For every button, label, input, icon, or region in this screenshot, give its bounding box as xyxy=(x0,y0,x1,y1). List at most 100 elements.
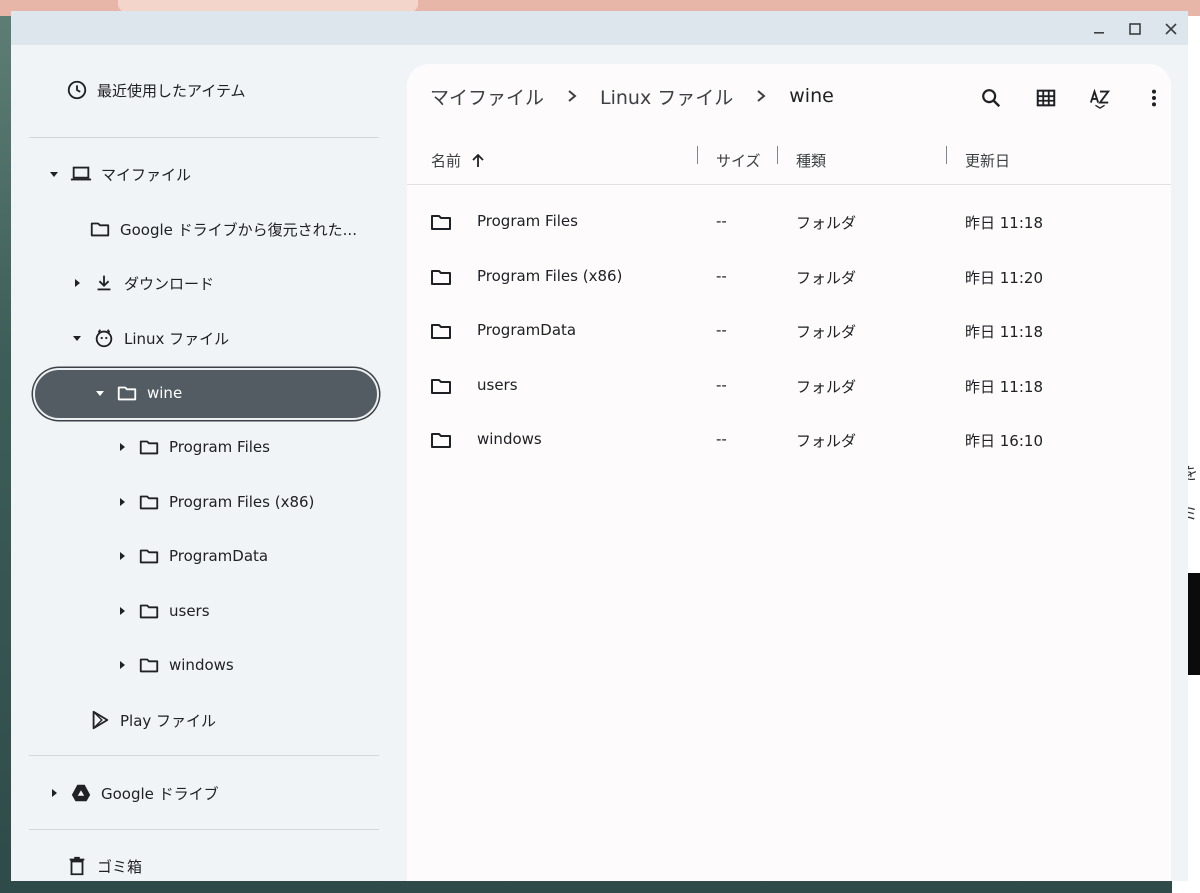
sidebar-item-recent[interactable]: 最近使用したアイテム xyxy=(65,70,246,110)
sidebar-item-wine[interactable]: wine xyxy=(95,373,182,413)
file-modified: 昨日 11:18 xyxy=(965,378,1043,396)
breadcrumb-item[interactable]: Linux ファイル xyxy=(600,83,733,110)
file-type: フォルダ xyxy=(796,214,857,232)
maximize-button[interactable] xyxy=(1122,16,1148,42)
sidebar-item-label: Play ファイル xyxy=(120,711,217,730)
sidebar-item-label: Google ドライブから復元された... xyxy=(120,220,357,239)
sidebar-item-program-files-x86[interactable]: Program Files (x86) xyxy=(117,482,314,522)
file-type: フォルダ xyxy=(796,269,857,287)
breadcrumb-item[interactable]: マイファイル xyxy=(430,83,544,110)
sidebar-item-label: Program Files (x86) xyxy=(169,493,315,511)
expand-arrow-icon[interactable] xyxy=(117,660,127,670)
column-header-label: 名前 xyxy=(431,152,462,170)
breadcrumb-current: wine xyxy=(789,85,834,107)
sort-az-icon xyxy=(1089,88,1111,109)
folder-icon xyxy=(431,324,451,339)
file-modified: 昨日 11:20 xyxy=(965,269,1043,287)
sidebar-item-windows[interactable]: windows xyxy=(117,645,234,685)
laptop-icon xyxy=(69,162,93,186)
expand-arrow-icon[interactable] xyxy=(49,169,59,179)
folder-icon xyxy=(137,544,161,568)
minimize-button[interactable] xyxy=(1086,16,1112,42)
linux-penguin-icon xyxy=(92,326,116,350)
folder-icon xyxy=(431,433,451,448)
folder-icon xyxy=(88,217,112,241)
file-modified: 昨日 16:10 xyxy=(965,432,1043,450)
close-button[interactable] xyxy=(1158,16,1184,42)
download-icon xyxy=(92,271,116,295)
table-row[interactable]: windows -- フォルダ 昨日 16:10 xyxy=(407,413,1171,467)
sidebar-item-google-drive[interactable]: Google ドライブ xyxy=(49,773,219,813)
more-options-button[interactable] xyxy=(1136,80,1172,116)
folder-icon xyxy=(137,599,161,623)
file-size: -- xyxy=(716,267,727,285)
title-bar xyxy=(11,11,1188,45)
expand-arrow-icon[interactable] xyxy=(117,606,127,616)
sidebar-item-linux-files[interactable]: Linux ファイル xyxy=(72,318,229,358)
column-header-type[interactable]: 種類 xyxy=(796,150,826,171)
divider xyxy=(29,755,379,756)
more-vert-icon xyxy=(1151,89,1157,107)
breadcrumb: マイファイル Linux ファイル wine xyxy=(430,82,834,110)
file-type: フォルダ xyxy=(796,378,857,396)
sidebar-item-play-files[interactable]: Play ファイル xyxy=(88,700,216,740)
google-drive-icon xyxy=(69,781,93,805)
sort-button[interactable] xyxy=(1082,80,1118,116)
trash-icon xyxy=(65,854,89,878)
sidebar-item-downloads[interactable]: ダウンロード xyxy=(72,263,214,303)
column-header-size[interactable]: サイズ xyxy=(716,150,761,171)
grid-view-icon xyxy=(1036,89,1056,107)
expand-arrow-icon[interactable] xyxy=(95,388,105,398)
folder-icon xyxy=(137,490,161,514)
files-app-window: 最近使用したアイテム マイファイル Google ドライブから復元された... … xyxy=(11,11,1188,881)
sidebar-item-label: Program Files xyxy=(169,438,270,456)
sidebar-item-label: ProgramData xyxy=(169,547,269,565)
chevron-right-icon xyxy=(566,89,578,103)
divider xyxy=(29,137,379,138)
sidebar-item-users[interactable]: users xyxy=(117,591,210,631)
search-button[interactable] xyxy=(973,80,1009,116)
grid-view-button[interactable] xyxy=(1028,80,1064,116)
sidebar-item-google-restored[interactable]: Google ドライブから復元された... xyxy=(88,209,357,249)
sidebar-item-trash[interactable]: ゴミ箱 xyxy=(65,846,142,881)
sidebar-item-programdata[interactable]: ProgramData xyxy=(117,536,268,576)
expand-arrow-icon[interactable] xyxy=(72,333,82,343)
sidebar-item-wine-selected[interactable] xyxy=(33,368,379,420)
file-type: フォルダ xyxy=(796,323,857,341)
file-size: -- xyxy=(716,376,727,394)
file-type: フォルダ xyxy=(796,432,857,450)
table-row[interactable]: users -- フォルダ 昨日 11:18 xyxy=(407,359,1171,413)
sidebar-item-program-files[interactable]: Program Files xyxy=(117,427,270,467)
sidebar-item-label: 最近使用したアイテム xyxy=(97,81,246,100)
column-header-modified[interactable]: 更新日 xyxy=(965,150,1010,171)
folder-icon xyxy=(137,653,161,677)
folder-icon xyxy=(431,379,451,394)
column-resize-handle[interactable] xyxy=(946,146,947,164)
expand-arrow-icon[interactable] xyxy=(117,497,127,507)
file-modified: 昨日 11:18 xyxy=(965,323,1043,341)
table-row[interactable]: Program Files -- フォルダ 昨日 11:18 xyxy=(407,195,1171,249)
clock-icon xyxy=(65,78,89,102)
expand-arrow-icon[interactable] xyxy=(117,442,127,452)
file-name: Program Files xyxy=(477,212,578,230)
sidebar-item-label: Google ドライブ xyxy=(101,784,219,803)
sidebar: 最近使用したアイテム マイファイル Google ドライブから復元された... … xyxy=(11,45,391,881)
column-resize-handle[interactable] xyxy=(777,146,778,164)
column-header-name[interactable]: 名前 xyxy=(431,150,485,171)
file-size: -- xyxy=(716,321,727,339)
sidebar-item-label: Linux ファイル xyxy=(124,329,230,348)
table-row[interactable]: ProgramData -- フォルダ 昨日 11:18 xyxy=(407,304,1171,358)
folder-icon xyxy=(431,270,451,285)
folder-icon xyxy=(137,435,161,459)
file-list-panel: マイファイル Linux ファイル wine 名前 サイズ 種類 更新日 Pro… xyxy=(407,64,1171,881)
sidebar-item-my-files[interactable]: マイファイル xyxy=(49,154,191,194)
expand-arrow-icon[interactable] xyxy=(49,788,59,798)
file-name: windows xyxy=(477,430,542,448)
expand-arrow-icon[interactable] xyxy=(117,551,127,561)
divider xyxy=(29,829,379,830)
table-row[interactable]: Program Files (x86) -- フォルダ 昨日 11:20 xyxy=(407,250,1171,304)
chevron-right-icon xyxy=(755,89,767,103)
maximize-icon xyxy=(1129,23,1141,35)
expand-arrow-icon[interactable] xyxy=(72,278,82,288)
column-resize-handle[interactable] xyxy=(697,146,698,164)
